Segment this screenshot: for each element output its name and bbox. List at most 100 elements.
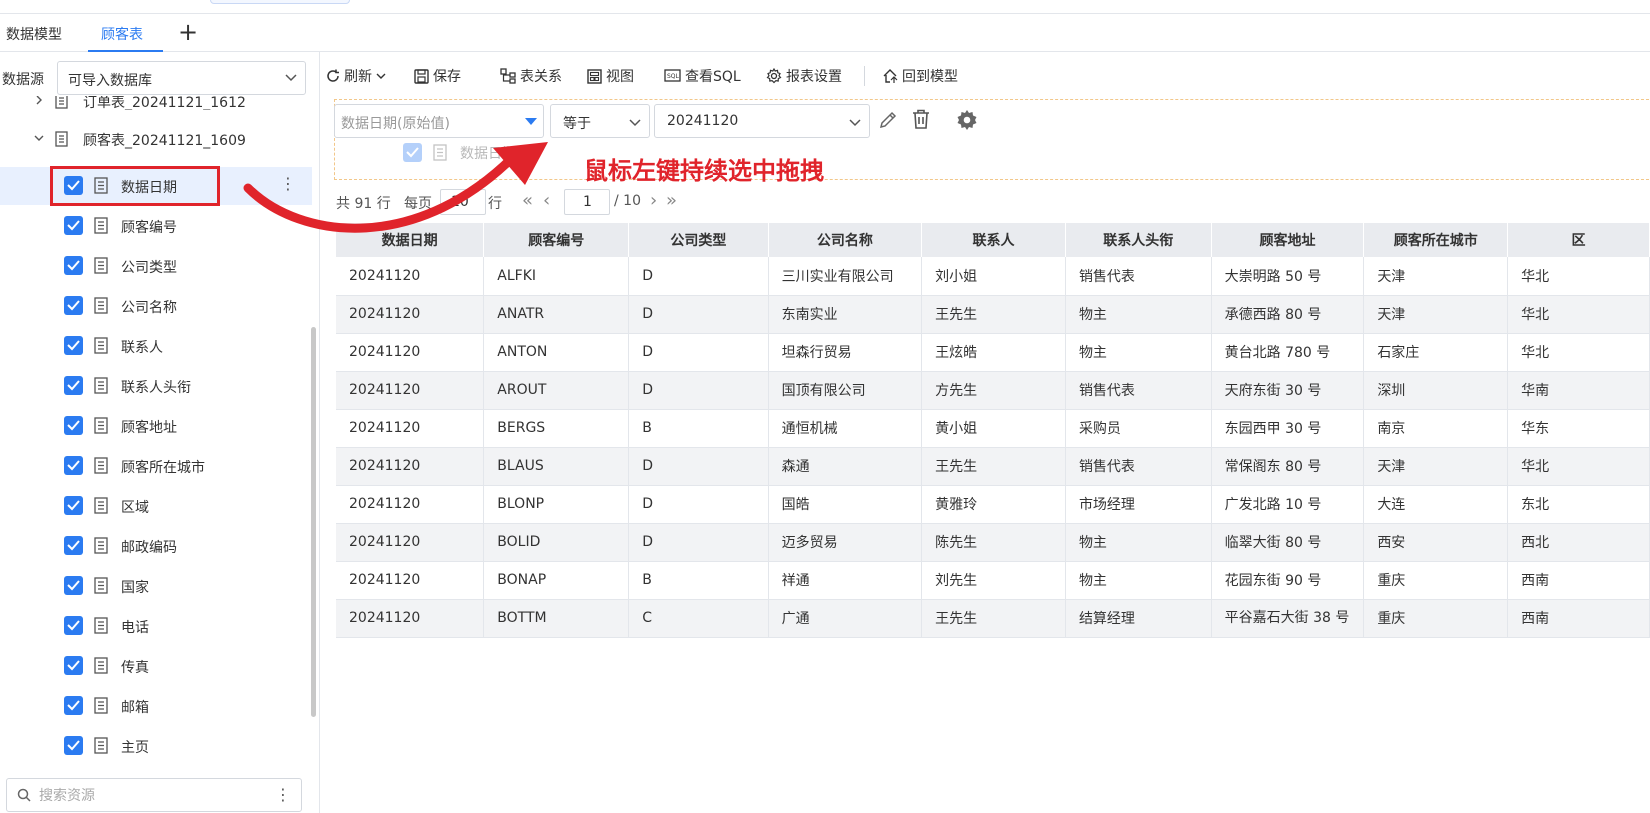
page-size-input[interactable]: 10: [440, 189, 486, 215]
next-page-icon[interactable]: ›: [650, 191, 657, 211]
field-checkbox[interactable]: [64, 296, 83, 315]
field-item[interactable]: 区域: [0, 487, 312, 525]
column-header[interactable]: 顾客地址: [1211, 223, 1365, 257]
table-row[interactable]: 20241120 BONAP B 祥通 刘先生 物主 花园东街 90 号重庆 西南: [336, 561, 1650, 600]
table-cell: 广通: [768, 599, 923, 638]
view-button[interactable]: 视图: [587, 66, 634, 86]
field-item[interactable]: 传真: [0, 647, 312, 685]
field-checkbox[interactable]: [64, 416, 83, 435]
report-settings-label: 报表设置: [786, 69, 842, 85]
field-checkbox[interactable]: [64, 696, 83, 715]
current-page-input[interactable]: 1: [564, 189, 610, 215]
table-row[interactable]: 20241120 ANTON D 坦森行贸易 王炫皓 物主 黄台北路 780 号石家庄 华北: [336, 333, 1650, 372]
view-sql-button[interactable]: SQL 查看SQL: [664, 66, 741, 86]
table-cell: 通恒机械: [768, 409, 923, 448]
field-item[interactable]: 公司名称: [0, 287, 312, 325]
field-item[interactable]: 电话: [0, 607, 312, 645]
field-checkbox[interactable]: [64, 456, 83, 475]
delete-icon[interactable]: [912, 109, 930, 129]
field-item[interactable]: 顾客编号: [0, 207, 312, 245]
table-cell: BOTTM: [483, 599, 630, 638]
save-button[interactable]: 保存: [414, 66, 461, 86]
field-item[interactable]: 联系人: [0, 327, 312, 365]
search-input[interactable]: [39, 785, 259, 807]
field-item[interactable]: 邮政编码: [0, 527, 312, 565]
table-row[interactable]: 20241120 BERGS B 通恒机械 黄小姐 采购员 东园西甲 30 号南京 华东: [336, 409, 1650, 448]
table-relation-button[interactable]: 表关系: [500, 66, 562, 86]
field-checkbox[interactable]: [64, 376, 83, 395]
column-header[interactable]: 公司名称: [768, 223, 923, 257]
datasource-select[interactable]: 可导入数据库: [57, 61, 306, 95]
tree-node-order-table[interactable]: 订单表_20241121_1612: [0, 96, 312, 110]
table-cell: 采购员: [1065, 409, 1212, 448]
table-cell: 销售代表: [1065, 371, 1212, 410]
field-checkbox[interactable]: [64, 656, 83, 675]
table-cell: 西安: [1363, 523, 1509, 562]
table-row[interactable]: 20241120 BOTTM C 广通 王先生 结算经理 平谷嘉石大街 38 号重庆 西南: [336, 599, 1650, 638]
column-header[interactable]: 数据日期: [336, 223, 485, 257]
add-tab-button[interactable]: +: [178, 18, 198, 46]
table-row[interactable]: 20241120 ALFKI D 三川实业有限公司 刘小姐 销售代表 大崇明路 50 号天津…: [336, 257, 1650, 296]
more-options-icon[interactable]: ⋮: [275, 785, 291, 804]
column-header[interactable]: 公司类型: [628, 223, 769, 257]
edit-icon[interactable]: [878, 110, 898, 130]
field-item[interactable]: 主页: [0, 727, 312, 765]
field-item[interactable]: 顾客地址: [0, 407, 312, 445]
table-cell: 天津: [1363, 447, 1509, 486]
field-checkbox[interactable]: [64, 576, 83, 595]
report-settings-button[interactable]: 报表设置: [766, 66, 842, 86]
tab-data-model[interactable]: 数据模型: [6, 24, 62, 44]
table-cell: AROUT: [483, 371, 630, 410]
field-label: 顾客地址: [121, 420, 177, 436]
field-icon: [94, 497, 108, 514]
save-icon: [414, 68, 429, 84]
table-cell: 物主: [1065, 333, 1212, 372]
last-page-icon[interactable]: »: [666, 191, 677, 211]
table-cell: D: [628, 295, 769, 334]
column-header[interactable]: 区: [1507, 223, 1650, 257]
refresh-button[interactable]: 刷新: [326, 66, 386, 86]
chevron-down-icon: [849, 119, 861, 127]
table-row[interactable]: 20241120 BOLID D 迈多贸易 陈先生 物主 临翠大街 80 号西安 西北: [336, 523, 1650, 562]
table-row[interactable]: 20241120 BLONP D 国皓 黄雅玲 市场经理 广发北路 10 号大连 东北: [336, 485, 1650, 524]
field-checkbox[interactable]: [64, 216, 83, 235]
column-header[interactable]: 顾客编号: [483, 223, 630, 257]
field-item[interactable]: 国家: [0, 567, 312, 605]
field-checkbox[interactable]: [64, 256, 83, 275]
tree-node-customer-table[interactable]: 顾客表_20241121_1609: [0, 122, 312, 156]
gear-icon[interactable]: [956, 109, 978, 131]
filter-operator-select[interactable]: 等于: [550, 104, 650, 138]
field-item[interactable]: 顾客所在城市: [0, 447, 312, 485]
table-cell: 刘小姐: [921, 257, 1066, 296]
table-cell: D: [628, 333, 769, 372]
field-checkbox[interactable]: [64, 496, 83, 515]
sidebar-scrollbar[interactable]: [311, 327, 316, 717]
field-checkbox[interactable]: [64, 616, 83, 635]
table-row[interactable]: 20241120 ANATR D 东南实业 王先生 物主 承德西路 80 号天津 华北: [336, 295, 1650, 334]
field-checkbox[interactable]: [64, 736, 83, 755]
more-options-icon[interactable]: ⋮: [280, 174, 296, 193]
column-header[interactable]: 联系人头衔: [1065, 223, 1212, 257]
prev-page-icon[interactable]: ‹: [543, 191, 550, 211]
back-to-model-button[interactable]: 回到模型: [882, 66, 958, 86]
column-header[interactable]: 联系人: [921, 223, 1066, 257]
field-item[interactable]: 公司类型: [0, 247, 312, 285]
table-cell: 20241120: [336, 257, 485, 296]
tab-customer-table[interactable]: 顾客表: [101, 24, 143, 44]
field-icon: [94, 297, 108, 314]
table-cell: 20241120: [336, 561, 485, 600]
field-item[interactable]: 邮箱: [0, 687, 312, 725]
filter-field-select[interactable]: 数据日期(原始值): [334, 104, 544, 138]
field-checkbox[interactable]: [64, 336, 83, 355]
table-cell: 天津: [1363, 295, 1509, 334]
column-header[interactable]: 顾客所在城市: [1363, 223, 1509, 257]
total-pages: / 10: [614, 193, 641, 209]
resource-search-box[interactable]: ⋮: [6, 778, 302, 812]
table-row[interactable]: 20241120 BLAUS D 森通 王先生 销售代表 常保阁东 80 号天津 华北: [336, 447, 1650, 486]
table-row[interactable]: 20241120 AROUT D 国顶有限公司 方先生 销售代表 天府东街 30 号深圳 华南: [336, 371, 1650, 410]
field-checkbox[interactable]: [64, 536, 83, 555]
first-page-icon[interactable]: «: [522, 191, 533, 211]
table-cell: 物主: [1065, 523, 1212, 562]
field-item[interactable]: 联系人头衔: [0, 367, 312, 405]
filter-value-select[interactable]: 20241120: [654, 104, 870, 138]
